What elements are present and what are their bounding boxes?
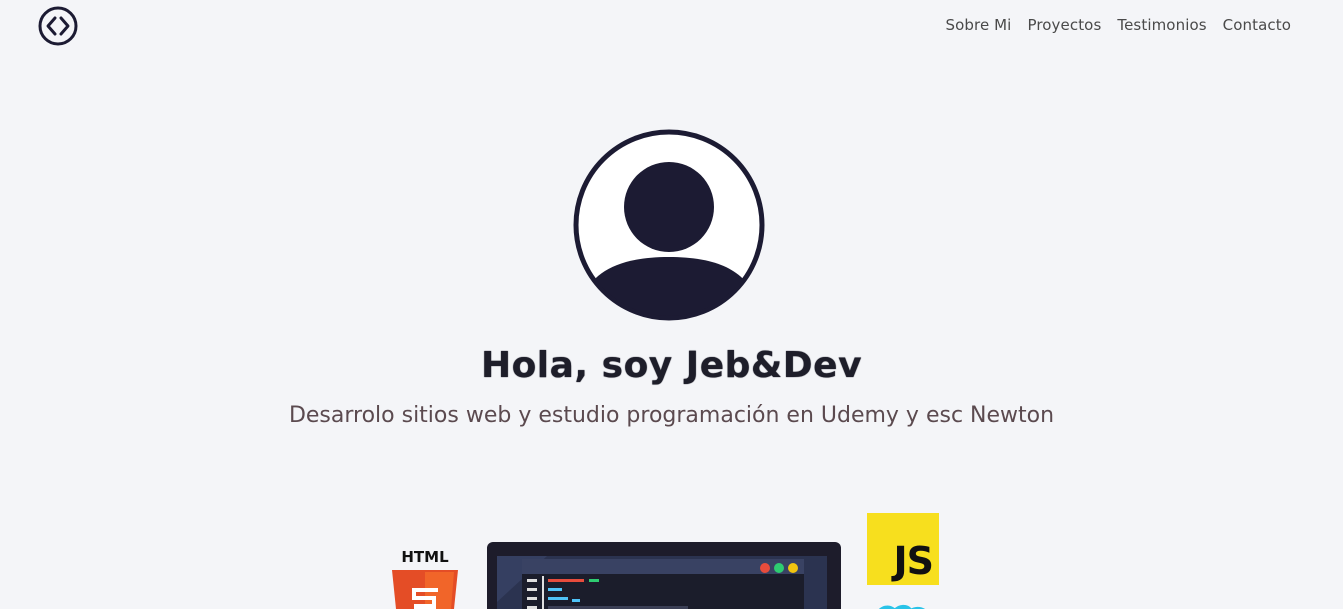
hero-subtitle: Desarrolo sitios web y estudio programac… [288, 403, 1055, 428]
user-avatar-icon [571, 127, 767, 323]
nav-link-sobre-mi[interactable]: Sobre Mi [945, 16, 1011, 34]
nav-link-proyectos[interactable]: Proyectos [1027, 16, 1101, 34]
logo-code-brackets-icon[interactable] [38, 6, 78, 46]
nav-link-testimonios[interactable]: Testimonios [1117, 16, 1206, 34]
javascript-icon: JS [867, 513, 939, 585]
html5-icon: HTML [388, 548, 462, 609]
nav-link-contacto[interactable]: Contacto [1223, 16, 1291, 34]
laptop-code-icon [487, 542, 841, 609]
main-nav: Sobre Mi Proyectos Testimonios Contacto [945, 16, 1291, 34]
page: Sobre Mi Proyectos Testimonios Contacto … [0, 0, 1343, 609]
hero-title: Hola, soy Jeb&Dev [480, 345, 863, 386]
css-icon [875, 600, 931, 609]
js-label: JS [893, 539, 934, 583]
